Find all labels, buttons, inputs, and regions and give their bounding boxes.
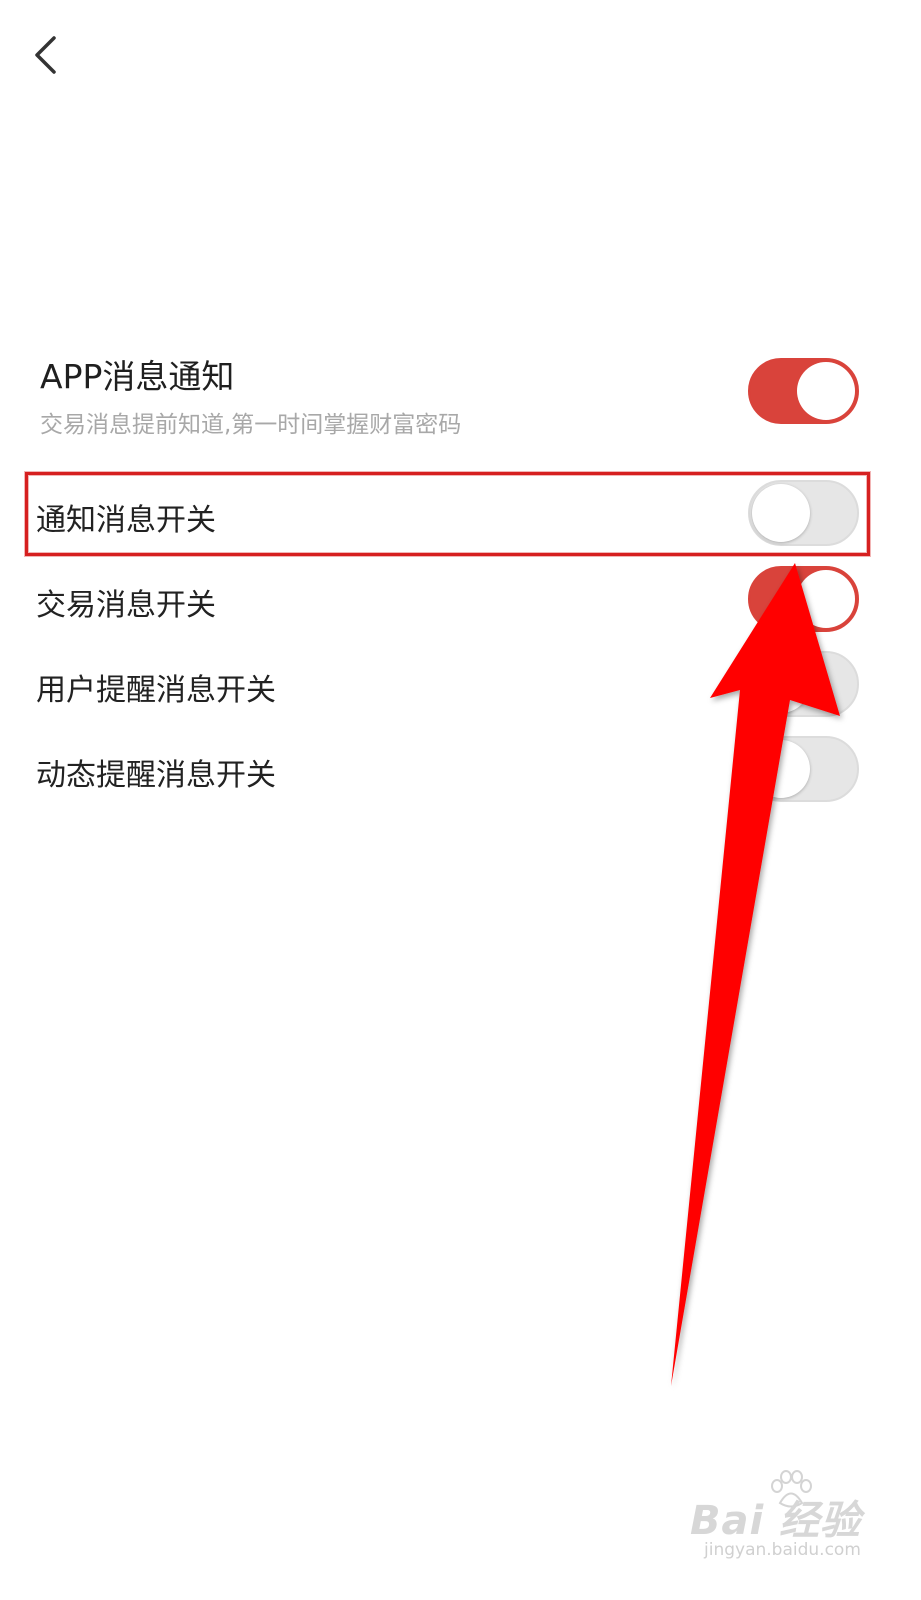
toggle-knob bbox=[797, 570, 855, 628]
toggle-knob bbox=[752, 484, 810, 542]
settings-page: APP消息通知 交易消息提前知道,第一时间掌握财富密码 通知消息开关 交易消息开… bbox=[0, 0, 921, 1600]
activity-reminder-toggle[interactable] bbox=[748, 736, 859, 802]
user-reminder-toggle[interactable] bbox=[748, 651, 859, 717]
trade-toggle[interactable] bbox=[748, 566, 859, 632]
app-notification-toggle[interactable] bbox=[748, 358, 859, 424]
setting-label-notification: 通知消息开关 bbox=[36, 503, 216, 538]
notification-toggle[interactable] bbox=[748, 480, 859, 546]
setting-label-trade: 交易消息开关 bbox=[36, 588, 216, 623]
setting-label-activity-reminder: 动态提醒消息开关 bbox=[36, 758, 276, 793]
app-notification-title: APP消息通知 bbox=[40, 357, 235, 396]
toggle-knob bbox=[797, 362, 855, 420]
back-button[interactable] bbox=[22, 28, 72, 84]
toggle-knob bbox=[752, 655, 810, 713]
app-notification-subtitle: 交易消息提前知道,第一时间掌握财富密码 bbox=[40, 412, 462, 438]
watermark-url: jingyan.baidu.com bbox=[704, 1540, 861, 1560]
toggle-knob bbox=[752, 740, 810, 798]
setting-label-user-reminder: 用户提醒消息开关 bbox=[36, 673, 276, 708]
chevron-left-icon bbox=[35, 36, 56, 74]
watermark-brand: Bai 经验 bbox=[690, 1498, 862, 1544]
baidu-watermark: Bai 经验 jingyan.baidu.com bbox=[690, 1470, 890, 1580]
